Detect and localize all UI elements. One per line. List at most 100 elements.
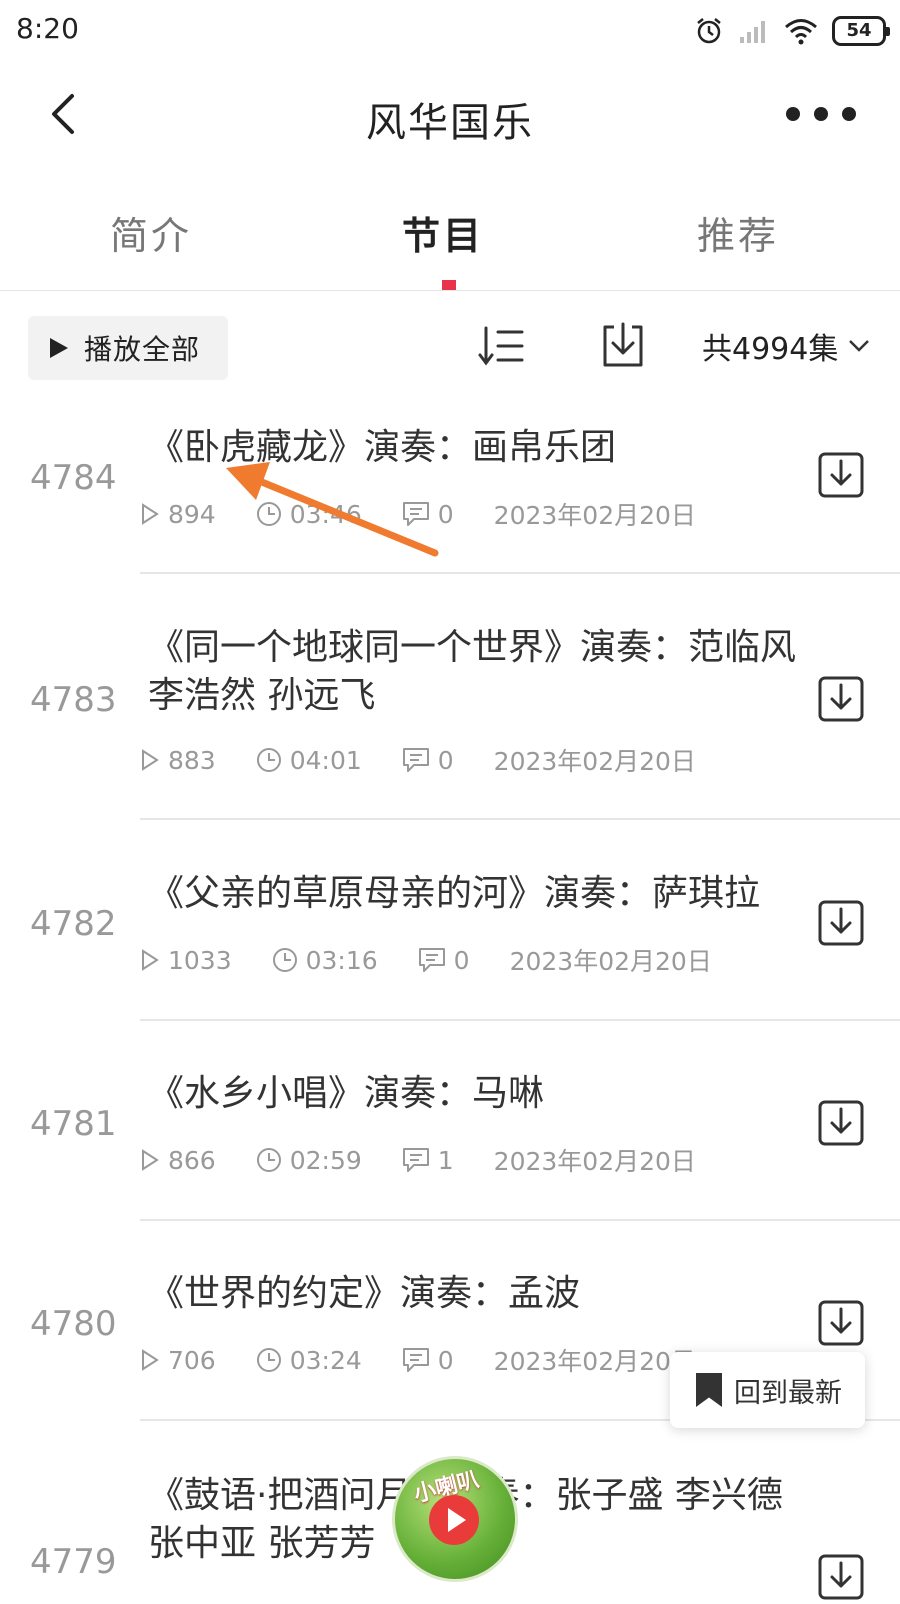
episode-title[interactable]: 《父亲的草原母亲的河》演奏：萨琪拉 (148, 870, 808, 918)
download-icon (818, 452, 864, 498)
episode-count-selector[interactable]: 共4994集 (702, 324, 870, 368)
play-count: 706 (168, 1345, 216, 1375)
play-count-icon (142, 1349, 159, 1371)
episode-download-button[interactable] (818, 1100, 864, 1146)
episode-meta: 894 03:46 0 2023年02月20日 (140, 496, 696, 532)
download-icon (818, 1300, 864, 1346)
duration: 02:59 (289, 1145, 362, 1175)
publish-date: 2023年02月20日 (493, 1147, 696, 1176)
chevron-down-icon (849, 340, 870, 352)
episode-number: 4780 (30, 1304, 117, 1344)
divider (140, 572, 900, 574)
episode-download-button[interactable] (818, 900, 864, 946)
comment-icon (402, 748, 429, 772)
episode-number: 4782 (30, 904, 117, 944)
episode-title[interactable]: 《同一个地球同一个世界》演奏：范临风 李浩然 孙远飞 (148, 624, 798, 720)
download-icon (603, 322, 643, 367)
clock-icon (272, 948, 297, 972)
episode-number: 4784 (30, 458, 117, 498)
comment-count: 0 (437, 1345, 454, 1375)
play-triangle-icon (50, 338, 68, 358)
episode-number: 4783 (30, 680, 117, 720)
header: 风华国乐 (0, 62, 900, 172)
play-all-button[interactable]: 播放全部 (28, 316, 228, 380)
comment-count: 0 (437, 499, 454, 529)
clock-icon (256, 502, 281, 526)
play-button-icon (429, 1495, 479, 1545)
divider (140, 1019, 900, 1021)
duration: 03:16 (305, 945, 378, 975)
download-icon (818, 1100, 864, 1146)
tab-intro[interactable]: 简介 (110, 205, 192, 260)
play-count: 894 (168, 499, 216, 529)
episode-title[interactable]: 《水乡小唱》演奏：马啉 (148, 1070, 798, 1118)
publish-date: 2023年02月20日 (493, 501, 696, 530)
tab-programs[interactable]: 节目 (402, 205, 484, 260)
clock-icon (256, 1348, 281, 1372)
sort-button[interactable] (478, 322, 526, 370)
download-icon (818, 676, 864, 722)
more-button[interactable] (786, 92, 856, 136)
episode-count: 共4994集 (702, 332, 839, 367)
publish-date: 2023年02月20日 (509, 947, 712, 976)
download-all-button[interactable] (600, 320, 646, 370)
toolbar: 播放全部 共4994集 (0, 310, 900, 390)
comment-icon (418, 948, 445, 972)
download-icon (818, 1554, 864, 1600)
sort-icon (478, 326, 524, 366)
episode-meta: 1033 03:16 0 2023年02月20日 (140, 942, 712, 978)
page-title: 风华国乐 (366, 100, 534, 146)
episode-download-button[interactable] (818, 452, 864, 498)
more-dots-icon (814, 107, 828, 121)
status-bar: 8:20 54 (0, 0, 900, 62)
play-count-icon (142, 949, 159, 971)
back-to-latest-label: 回到最新 (734, 1377, 842, 1409)
clock-icon (256, 748, 281, 772)
comment-count: 0 (453, 945, 470, 975)
episode-download-button[interactable] (818, 1554, 864, 1600)
battery-indicator: 54 (832, 16, 890, 46)
duration: 03:24 (289, 1345, 362, 1375)
download-icon (818, 900, 864, 946)
episode-meta: 883 04:01 0 2023年02月20日 (140, 742, 696, 778)
episode-title[interactable]: 《世界的约定》演奏：孟波 (148, 1270, 798, 1318)
tab-bar: 简介 节目 推荐 (0, 185, 900, 291)
divider (140, 1219, 900, 1221)
comment-count: 1 (437, 1145, 454, 1175)
comment-icon (402, 502, 429, 526)
comment-count: 0 (437, 745, 454, 775)
more-dots-icon (842, 107, 856, 121)
play-count-icon (142, 503, 159, 525)
episode-download-button[interactable] (818, 676, 864, 722)
publish-date: 2023年02月20日 (493, 1347, 696, 1376)
bookmark-icon (696, 1373, 722, 1407)
clock-icon (256, 1148, 281, 1172)
signal-icon (740, 21, 765, 43)
wifi-icon (785, 19, 817, 45)
play-count: 866 (168, 1145, 216, 1175)
play-count-icon (142, 1149, 159, 1171)
more-dots-icon (786, 107, 800, 121)
comment-icon (402, 1148, 429, 1172)
publish-date: 2023年02月20日 (493, 747, 696, 776)
episode-number: 4779 (30, 1542, 117, 1582)
episode-number: 4781 (30, 1104, 117, 1144)
tab-indicator (442, 280, 456, 290)
duration: 03:46 (289, 499, 362, 529)
episode-download-button[interactable] (818, 1300, 864, 1346)
floating-player[interactable]: 小喇叭 (392, 1456, 518, 1582)
back-to-latest-button[interactable]: 回到最新 (670, 1352, 865, 1428)
alarm-icon (697, 18, 721, 44)
play-all-label: 播放全部 (84, 333, 201, 366)
episode-meta: 706 03:24 0 2023年02月20日 (140, 1342, 696, 1378)
tab-recommend[interactable]: 推荐 (697, 205, 779, 260)
status-icons: 54 (694, 14, 890, 48)
play-count-icon (142, 749, 159, 771)
status-time: 8:20 (16, 12, 79, 45)
play-count: 883 (168, 745, 216, 775)
play-count: 1033 (168, 945, 232, 975)
divider (140, 818, 900, 820)
duration: 04:01 (289, 745, 362, 775)
episode-title[interactable]: 《卧虎藏龙》演奏：画帛乐团 (148, 424, 798, 472)
comment-icon (402, 1348, 429, 1372)
